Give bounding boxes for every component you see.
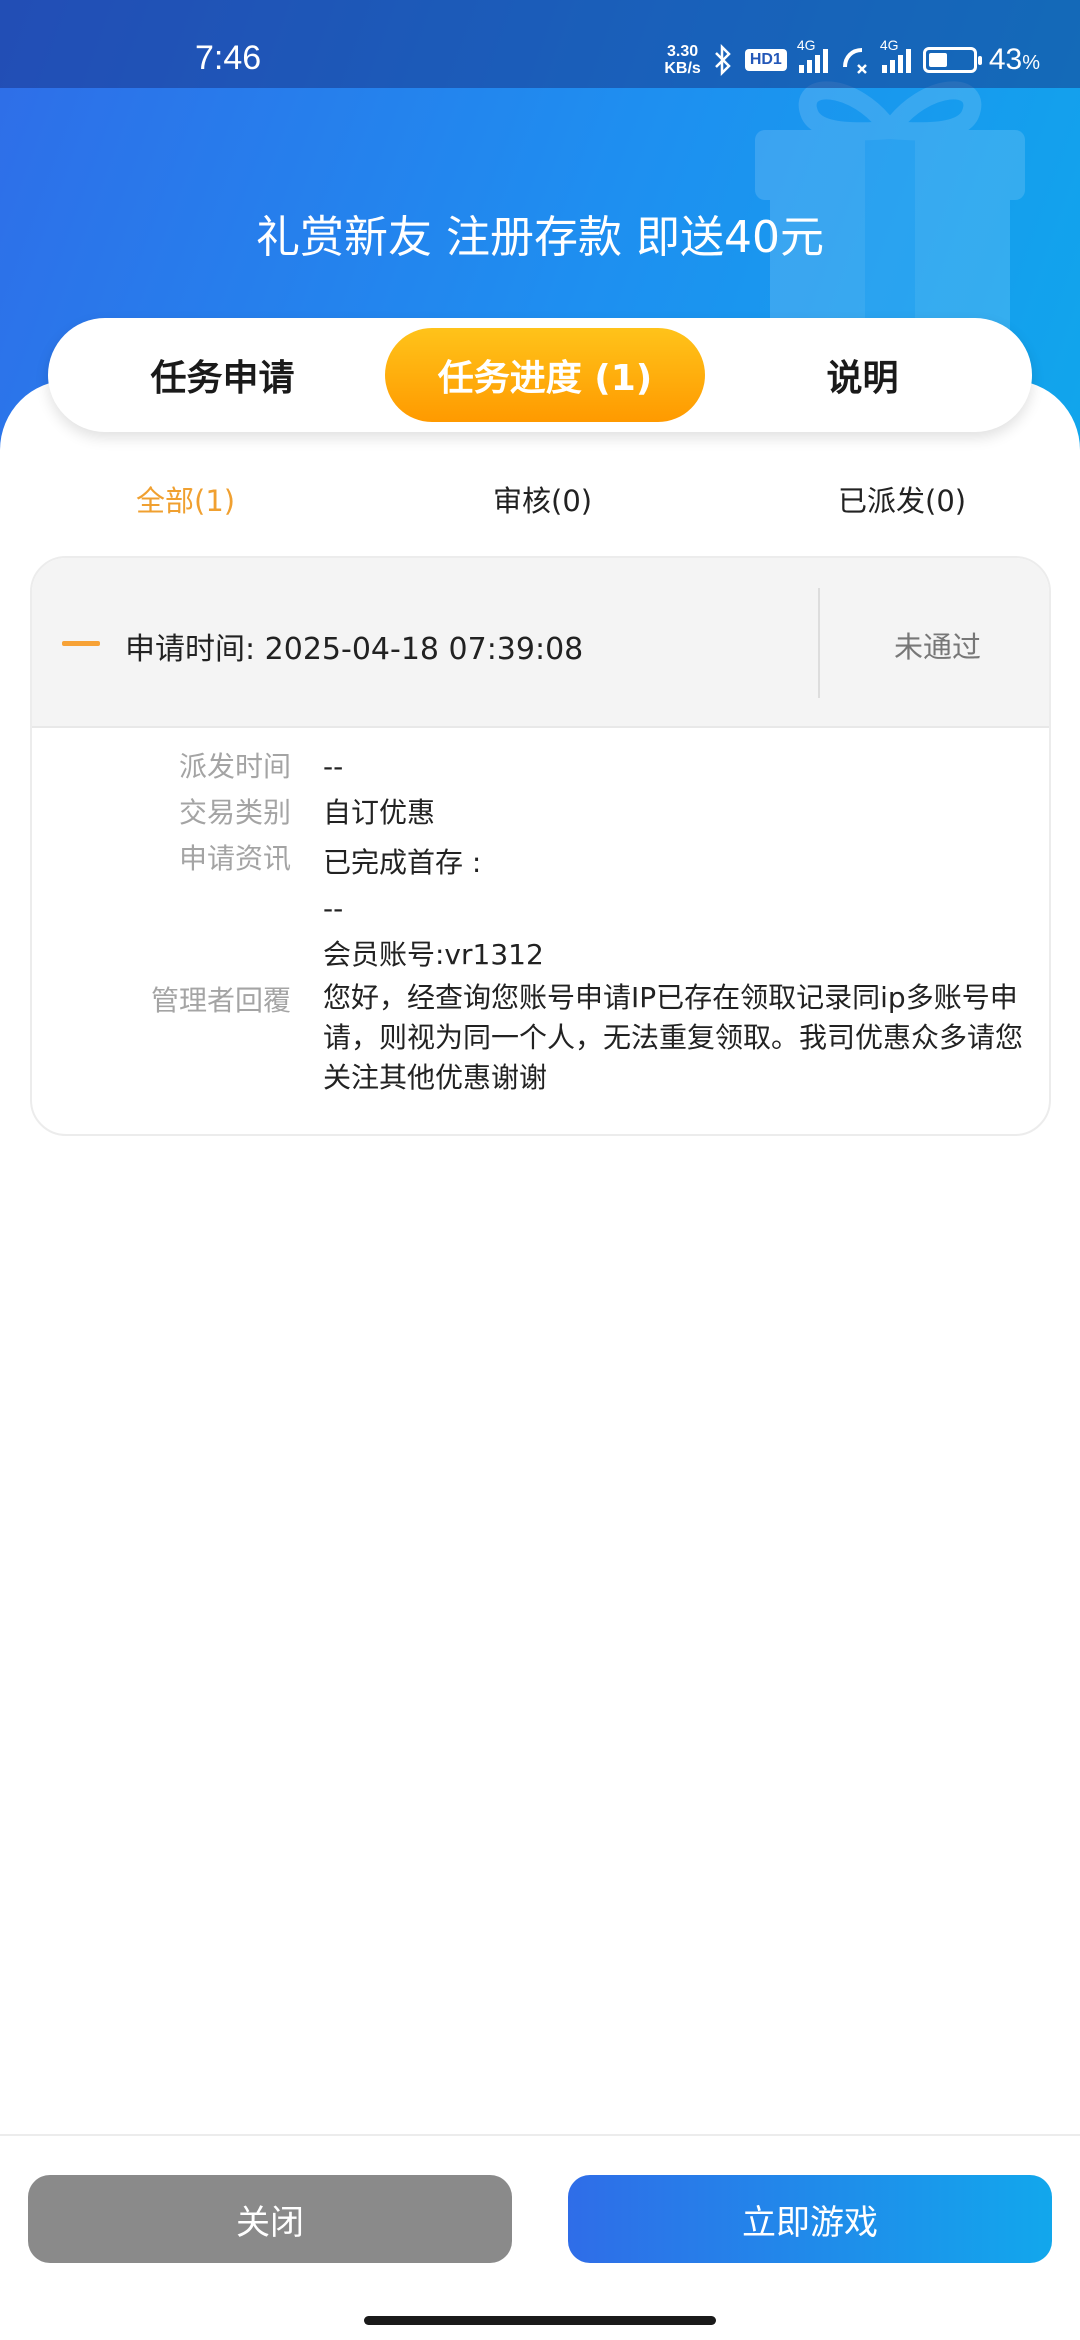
dispatch-time-value: -- (323, 750, 344, 783)
filter-review[interactable]: 审核(0) (493, 478, 592, 520)
bottom-divider (0, 2134, 1080, 2136)
tab-instructions[interactable]: 说明 (705, 328, 1020, 422)
filter-sent[interactable]: 已派发(0) (838, 478, 966, 520)
signal-icon: 4G (797, 37, 828, 73)
status-bar: 7:46 3.30 KB/s HD1 4G 4G 43% (0, 0, 1080, 88)
apply-info-value: 已完成首存 : -- 会员账号:vr1312 (323, 840, 1033, 978)
signal-icon-2: 4G (880, 37, 911, 73)
hd-voice-badge: HD1 (744, 49, 787, 71)
filter-all[interactable]: 全部(1) (136, 478, 235, 520)
trade-type-value: 自订优惠 (323, 796, 436, 829)
record-card: 申请时间: 2025-04-18 07:39:08 未通过 派发时间 -- 交易… (30, 556, 1051, 1136)
net-speed: 3.30 KB/s (664, 43, 701, 77)
divider (818, 588, 820, 698)
trade-type-label: 交易类别 (178, 796, 291, 829)
status-icons: 3.30 KB/s HD1 4G 4G 43% (664, 37, 1040, 80)
tab-task-progress[interactable]: 任务进度 (1) (385, 328, 705, 422)
apply-info-label: 申请资讯 (178, 842, 291, 875)
tab-task-apply[interactable]: 任务申请 (60, 328, 385, 422)
battery-percent: 43% (988, 43, 1040, 76)
home-indicator[interactable] (364, 2316, 716, 2325)
status-time: 7:46 (195, 39, 262, 77)
record-header[interactable]: 申请时间: 2025-04-18 07:39:08 未通过 (32, 558, 1049, 728)
status-filter: 全部(1) 审核(0) 已派发(0) (0, 478, 1080, 528)
promo-title: 礼赏新友 注册存款 即送40元 (256, 212, 824, 263)
apply-info-line: 已完成首存 : (323, 846, 482, 879)
close-button[interactable]: 关闭 (28, 2175, 512, 2263)
admin-reply-label: 管理者回覆 (150, 984, 291, 1017)
tab-bar: 任务申请 任务进度 (1) 说明 (48, 318, 1032, 432)
battery-icon (922, 47, 982, 73)
play-now-button[interactable]: 立即游戏 (568, 2175, 1052, 2263)
collapse-icon[interactable] (62, 641, 100, 646)
call-forward-icon (842, 48, 867, 74)
bluetooth-icon (714, 44, 731, 76)
status-badge: 未通过 (894, 630, 982, 664)
dispatch-time-label: 派发时间 (178, 750, 291, 783)
apply-info-line: 会员账号:vr1312 (323, 938, 544, 971)
apply-time: 申请时间: 2025-04-18 07:39:08 (125, 632, 584, 667)
apply-info-line: -- (323, 892, 344, 925)
admin-reply-value: 您好，经查询您账号申请IP已存在领取记录同ip多账号申请，则视为同一个人，无法重… (323, 981, 1024, 1094)
